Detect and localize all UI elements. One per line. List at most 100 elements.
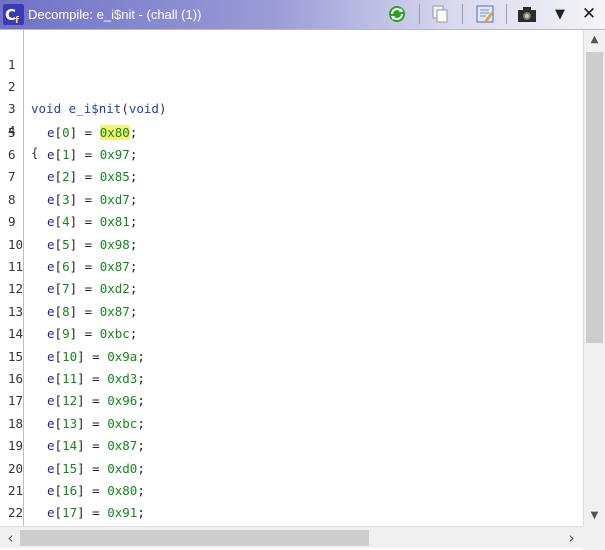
array-variable[interactable]: e	[47, 461, 55, 476]
array-variable[interactable]: e	[47, 505, 55, 520]
array-variable[interactable]: e	[47, 438, 55, 453]
refresh-button[interactable]	[386, 3, 408, 25]
hex-value[interactable]: 0x98	[100, 237, 130, 252]
close-button[interactable]: ✕	[578, 3, 600, 25]
array-index[interactable]: 4	[62, 214, 70, 229]
array-variable[interactable]: e	[47, 147, 55, 162]
array-variable[interactable]: e	[47, 281, 55, 296]
edit-button[interactable]	[474, 3, 496, 25]
array-variable[interactable]: e	[47, 304, 55, 319]
assignment-statement[interactable]: e[6] = 0x87;	[47, 256, 137, 278]
array-variable[interactable]: e	[47, 169, 55, 184]
array-index[interactable]: 14	[62, 438, 77, 453]
assignment-statement[interactable]: e[2] = 0x85;	[47, 166, 137, 188]
assignment-statement[interactable]: e[5] = 0x98;	[47, 234, 137, 256]
hex-value[interactable]: 0x81	[100, 214, 130, 229]
refresh-icon	[389, 6, 405, 22]
array-variable[interactable]: e	[47, 125, 55, 140]
assignment-statement[interactable]: e[17] = 0x91;	[47, 502, 145, 524]
assignment-statement[interactable]: e[10] = 0x9a;	[47, 346, 145, 368]
array-variable[interactable]: e	[47, 192, 55, 207]
assignment-statement[interactable]: e[14] = 0x87;	[47, 435, 145, 457]
array-variable[interactable]: e	[47, 214, 55, 229]
hex-value[interactable]: 0xd0	[107, 461, 137, 476]
code-line: 3	[0, 76, 583, 116]
vertical-scroll-thumb[interactable]	[586, 52, 603, 343]
assignment-statement[interactable]: e[16] = 0x80;	[47, 480, 145, 502]
array-index[interactable]: 9	[62, 326, 70, 341]
hex-value[interactable]: 0xd3	[107, 371, 137, 386]
code-line: 9 e[4] = 0x81;	[0, 211, 583, 233]
toolbar-separator	[506, 4, 507, 24]
hex-value[interactable]: 0x97	[100, 147, 130, 162]
array-index[interactable]: 2	[62, 169, 70, 184]
array-index[interactable]: 5	[62, 237, 70, 252]
scroll-up-arrow-icon[interactable]: ▲	[586, 34, 603, 45]
line-number: 11	[8, 259, 24, 274]
hex-value[interactable]: 0x85	[100, 169, 130, 184]
array-index[interactable]: 16	[62, 483, 77, 498]
scroll-left-arrow-icon[interactable]: ‹	[2, 529, 19, 547]
line-number: 16	[8, 371, 24, 386]
scrollbar-corner	[583, 526, 605, 550]
array-index[interactable]: 6	[62, 259, 70, 274]
assignment-statement[interactable]: e[15] = 0xd0;	[47, 458, 145, 480]
array-index[interactable]: 17	[62, 505, 77, 520]
hex-value[interactable]: 0x9a	[107, 349, 137, 364]
array-index[interactable]: 12	[62, 393, 77, 408]
array-index[interactable]: 13	[62, 416, 77, 431]
assignment-statement[interactable]: e[1] = 0x97;	[47, 144, 137, 166]
assignment-statement[interactable]: e[4] = 0x81;	[47, 211, 137, 233]
highlighted-hex-value[interactable]: 0x80	[99, 124, 130, 140]
hex-value[interactable]: 0x87	[107, 438, 137, 453]
hex-value[interactable]: 0xd2	[100, 281, 130, 296]
assignment-statement[interactable]: e[13] = 0xbc;	[47, 413, 145, 435]
hex-value[interactable]: 0x87	[100, 259, 130, 274]
array-index[interactable]: 1	[62, 147, 70, 162]
assignment-statement[interactable]: e[8] = 0x87;	[47, 301, 137, 323]
array-variable[interactable]: e	[47, 371, 55, 386]
array-variable[interactable]: e	[47, 349, 55, 364]
array-variable[interactable]: e	[47, 237, 55, 252]
line-number: 22	[8, 505, 24, 521]
array-variable[interactable]: e	[47, 416, 55, 431]
copy-icon	[432, 5, 448, 23]
decompiler-app-icon: C f	[3, 4, 24, 25]
array-variable[interactable]: e	[47, 483, 55, 498]
code-line: 20 e[15] = 0xd0;	[0, 458, 583, 480]
array-index[interactable]: 8	[62, 304, 70, 319]
array-index[interactable]: 7	[62, 281, 70, 296]
hex-value[interactable]: 0x91	[107, 505, 137, 520]
snapshot-button[interactable]	[516, 3, 538, 25]
assignment-statement[interactable]: e[7] = 0xd2;	[47, 278, 137, 300]
line-number: 9	[8, 214, 16, 230]
array-index[interactable]: 3	[62, 192, 70, 207]
array-index[interactable]: 15	[62, 461, 77, 476]
array-index[interactable]: 11	[62, 371, 77, 386]
scroll-down-arrow-icon[interactable]: ▼	[586, 510, 603, 521]
array-variable[interactable]: e	[47, 259, 55, 274]
copy-button[interactable]	[429, 3, 451, 25]
code-line: 10 e[5] = 0x98;	[0, 234, 583, 256]
hex-value[interactable]: 0x96	[107, 393, 137, 408]
hex-value[interactable]: 0xbc	[100, 326, 130, 341]
assignment-statement[interactable]: e[11] = 0xd3;	[47, 368, 145, 390]
scroll-right-arrow-icon[interactable]: ›	[563, 529, 580, 547]
array-variable[interactable]: e	[47, 393, 55, 408]
hex-value[interactable]: 0x87	[100, 304, 130, 319]
menu-dropdown-button[interactable]: ▼	[549, 3, 571, 25]
hex-value[interactable]: 0x80	[107, 483, 137, 498]
array-index[interactable]: 0	[62, 125, 70, 140]
vertical-scrollbar[interactable]: ▲ ▼	[583, 30, 605, 526]
assignment-statement[interactable]: e[12] = 0x96;	[47, 390, 145, 412]
horizontal-scrollbar[interactable]: ‹ ›	[0, 526, 583, 548]
assignment-statement[interactable]: e[3] = 0xd7;	[47, 189, 137, 211]
array-index[interactable]: 10	[62, 349, 77, 364]
horizontal-scroll-thumb[interactable]	[20, 530, 369, 546]
hex-value[interactable]: 0xd7	[100, 192, 130, 207]
hex-value[interactable]: 0xbc	[107, 416, 137, 431]
array-variable[interactable]: e	[47, 326, 55, 341]
assignment-statement[interactable]: e[0] = 0x80;	[47, 122, 137, 144]
decompiler-editor[interactable]: 1 2 void e_i$nit(void) 3 4 { 5 e[0] = 0x8…	[0, 30, 583, 526]
assignment-statement[interactable]: e[9] = 0xbc;	[47, 323, 137, 345]
